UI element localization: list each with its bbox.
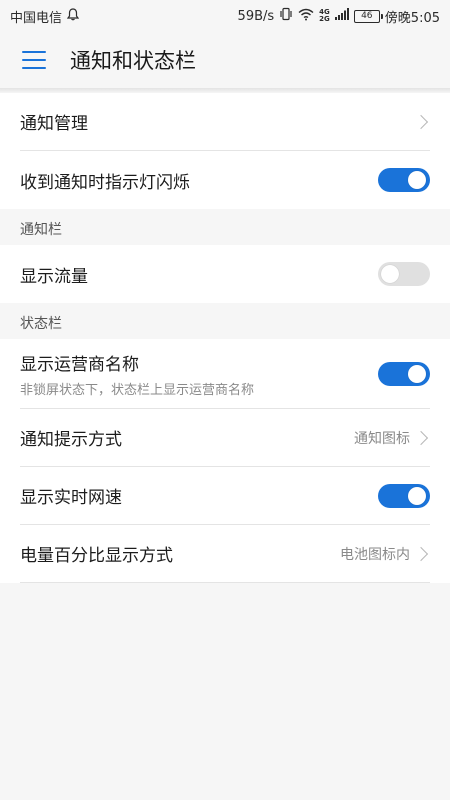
status-bar-group: 显示运营商名称 非锁屏状态下，状态栏上显示运营商名称 通知提示方式 通知图标 显…: [0, 339, 450, 583]
row-title: 显示实时网速: [20, 488, 122, 508]
battery-icon: 46: [353, 9, 383, 23]
row-main: 通知管理: [20, 109, 88, 134]
network-speed: 59B/s: [237, 8, 275, 24]
section-header-notification-bar: 通知栏: [0, 209, 450, 245]
row-main: 电量百分比显示方式: [20, 541, 173, 566]
indicator-light-row[interactable]: 收到通知时指示灯闪烁: [20, 151, 430, 209]
general-settings-group: 通知管理 收到通知时指示灯闪烁: [0, 93, 450, 209]
row-title: 显示流量: [20, 266, 88, 287]
indicator-light-toggle[interactable]: [378, 168, 430, 192]
chevron-right-icon: [413, 546, 429, 561]
row-title: 电量百分比显示方式: [20, 546, 173, 566]
row-main: 通知提示方式: [20, 425, 122, 450]
row-value: 电池图标内: [340, 546, 410, 563]
signal-bottom-label: 2G: [319, 15, 330, 23]
status-bar: 中国电信 59B/s 4G 2G 46 傍晚5:05: [0, 0, 450, 32]
status-left: 中国电信: [10, 7, 80, 26]
clock: 傍晚5:05: [384, 10, 440, 26]
battery-percentage-row[interactable]: 电量百分比显示方式 电池图标内: [20, 525, 430, 583]
row-value: 通知图标: [354, 430, 410, 447]
notification-bell-icon: [66, 7, 80, 25]
battery-level: 46: [361, 10, 373, 21]
row-main: 收到通知时指示灯闪烁: [20, 168, 190, 193]
row-right: 通知图标: [354, 428, 430, 448]
app-bar: 通知和状态栏: [0, 32, 450, 88]
row-title: 通知提示方式: [20, 430, 122, 450]
notification-bar-group: 显示流量: [0, 245, 450, 303]
notification-management-row[interactable]: 通知管理: [20, 93, 430, 151]
page-title: 通知和状态栏: [70, 49, 196, 73]
wifi-icon: [298, 8, 314, 25]
toggle-knob: [408, 364, 426, 383]
section-header-status-bar: 状态栏: [0, 303, 450, 339]
row-title: 收到通知时指示灯闪烁: [20, 172, 190, 193]
vibrate-icon: [279, 7, 293, 25]
signal-type-label: 4G 2G: [319, 9, 330, 23]
notification-style-row[interactable]: 通知提示方式 通知图标: [20, 409, 430, 467]
row-subtitle: 非锁屏状态下，状态栏上显示运营商名称: [20, 382, 255, 398]
row-title: 显示运营商名称: [20, 354, 139, 375]
show-carrier-row[interactable]: 显示运营商名称 非锁屏状态下，状态栏上显示运营商名称: [20, 339, 430, 409]
chevron-right-icon: [413, 114, 429, 129]
carrier-label: 中国电信: [10, 10, 63, 26]
realtime-speed-row[interactable]: 显示实时网速: [20, 467, 430, 525]
realtime-speed-toggle[interactable]: [378, 483, 430, 508]
row-main: 显示运营商名称 非锁屏状态下，状态栏上显示运营商名称: [20, 350, 254, 398]
toggle-knob: [408, 171, 426, 189]
toggle-knob: [408, 486, 426, 505]
row-title: 通知管理: [20, 114, 88, 134]
status-right: 59B/s 4G 2G 46 傍晚5:05: [238, 7, 440, 26]
hamburger-menu-icon[interactable]: [22, 51, 46, 69]
row-right: [413, 114, 430, 129]
show-carrier-toggle[interactable]: [378, 361, 430, 386]
show-traffic-row[interactable]: 显示流量: [20, 245, 430, 303]
row-right: 电池图标内: [340, 544, 430, 564]
row-main: 显示流量: [20, 262, 88, 287]
toggle-knob: [381, 265, 399, 283]
show-traffic-toggle[interactable]: [378, 262, 430, 286]
signal-bars-icon: [334, 8, 349, 24]
chevron-right-icon: [413, 430, 429, 445]
row-main: 显示实时网速: [20, 483, 122, 508]
